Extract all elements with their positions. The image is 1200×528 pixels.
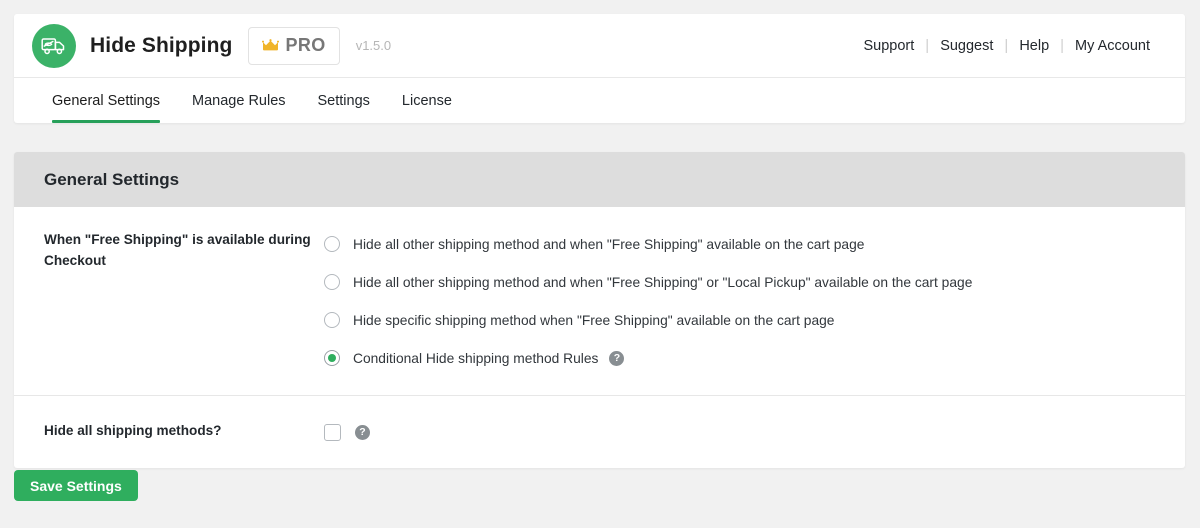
radio-icon-selected[interactable] <box>324 350 340 366</box>
radio-group-free-shipping-behavior: Hide all other shipping method and when … <box>324 225 1185 377</box>
version-label: v1.5.0 <box>355 38 392 53</box>
nav-link-suggest[interactable]: Suggest <box>929 38 1004 54</box>
top-nav: Support | Suggest | Help | My Account <box>852 37 1161 54</box>
checkbox-line: ? <box>324 418 1185 446</box>
radio-icon[interactable] <box>324 312 340 328</box>
tab-general-settings[interactable]: General Settings <box>36 78 176 123</box>
nav-link-help[interactable]: Help <box>1008 38 1060 54</box>
radio-option-label: Hide all other shipping method and when … <box>353 274 973 290</box>
setting-label: Hide all shipping methods? <box>44 423 222 438</box>
radio-option-label: Hide all other shipping method and when … <box>353 236 865 252</box>
nav-link-support[interactable]: Support <box>852 38 925 54</box>
general-settings-panel: General Settings When "Free Shipping" is… <box>14 152 1185 468</box>
tab-label: License <box>401 92 452 109</box>
save-settings-button[interactable]: Save Settings <box>14 470 138 501</box>
header-card: Hide Shipping PRO v1.5.0 Support | Sugge… <box>14 14 1185 123</box>
help-icon[interactable]: ? <box>609 350 625 366</box>
radio-option-hide-all-other-local-pickup[interactable]: Hide all other shipping method and when … <box>324 263 1185 301</box>
setting-row-hide-all-shipping-methods: Hide all shipping methods? ? <box>14 396 1185 468</box>
radio-option-label: Hide specific shipping method when "Free… <box>353 312 835 328</box>
hide-all-shipping-methods-checkbox[interactable] <box>324 423 341 441</box>
tab-manage-rules[interactable]: Manage Rules <box>176 78 302 123</box>
radio-icon[interactable] <box>324 274 340 290</box>
pro-badge-label: PRO <box>285 35 326 55</box>
brand-row: Hide Shipping PRO v1.5.0 Support | Sugge… <box>14 14 1185 78</box>
nav-link-my-account[interactable]: My Account <box>1064 38 1161 54</box>
setting-label: When "Free Shipping" is available during… <box>44 232 311 269</box>
setting-row-free-shipping-behavior: When "Free Shipping" is available during… <box>14 207 1185 396</box>
pro-badge[interactable]: PRO <box>248 26 340 65</box>
admin-page: Hide Shipping PRO v1.5.0 Support | Sugge… <box>0 0 1200 528</box>
radio-option-conditional-rules[interactable]: Conditional Hide shipping method Rules ? <box>324 339 1185 377</box>
crown-icon <box>262 39 280 52</box>
tab-label: Settings <box>317 92 370 109</box>
panel-title: General Settings <box>14 152 1185 207</box>
radio-option-hide-all-other[interactable]: Hide all other shipping method and when … <box>324 225 1185 263</box>
radio-icon[interactable] <box>324 236 340 252</box>
brand-name: Hide Shipping <box>90 33 233 57</box>
hidden-shipping-truck-icon <box>32 23 76 68</box>
radio-option-label: Conditional Hide shipping method Rules <box>353 350 599 366</box>
help-icon[interactable]: ? <box>355 424 370 440</box>
radio-option-hide-specific[interactable]: Hide specific shipping method when "Free… <box>324 301 1185 339</box>
checkbox-field: ? <box>324 418 1185 446</box>
tab-label: Manage Rules <box>192 92 286 109</box>
tab-label: General Settings <box>52 92 161 109</box>
tab-bar: General Settings Manage Rules Settings L… <box>14 78 1185 123</box>
tab-settings[interactable]: Settings <box>302 78 386 123</box>
tab-license[interactable]: License <box>386 78 468 123</box>
